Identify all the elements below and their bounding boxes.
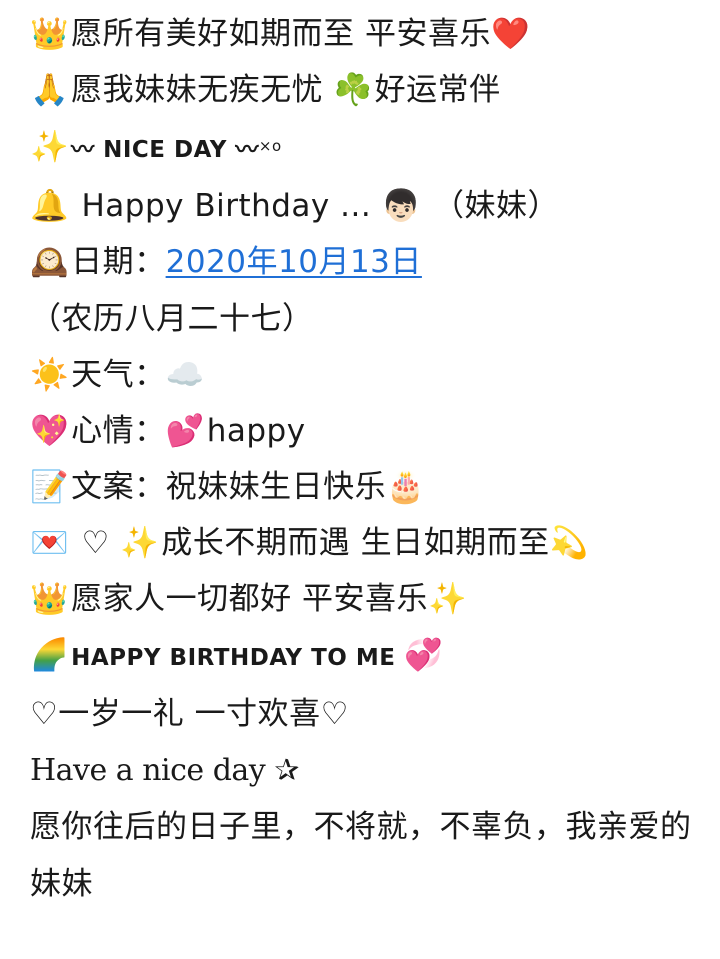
message-text: 👑愿所有美好如期而至 平安喜乐❤️ 🙏愿我妹妹无疾无忧 ☘️好运常伴 ✨〰 NI…: [30, 6, 696, 912]
line-text-2: happy: [206, 413, 306, 449]
rainbow-icon: 🌈: [30, 627, 69, 683]
line-happy-birthday-to-me: 🌈HAPPY BIRTHDAY TO ME 💞: [30, 627, 696, 686]
sparkles-icon: ✨: [30, 129, 70, 165]
line-text-2: 好运常伴: [374, 72, 501, 108]
sparkling-heart-icon: 💖: [30, 413, 70, 449]
sun-icon: ☀️: [30, 357, 70, 393]
wave-decoration-right: 〰: [235, 137, 259, 163]
line-text: 心情：: [71, 413, 166, 449]
line-text: 日期：: [71, 244, 166, 280]
line-one-year-one-gift: ♡一岁一礼 一寸欢喜♡: [30, 686, 696, 742]
sparkles-icon: ✨: [120, 525, 160, 561]
line-text: HAPPY BIRTHDAY TO ME: [71, 645, 404, 671]
line-text: ♡一岁一礼 一寸欢喜♡: [30, 696, 349, 732]
white-heart-symbol: ♡: [71, 525, 121, 561]
line-wish-sister: 🙏愿我妹妹无疾无忧 ☘️好运常伴: [30, 62, 696, 118]
crown-icon: 👑: [30, 16, 70, 52]
line-text: 愿你往后的日子里，不将就，不辜负，我亲爱的妹妹: [30, 809, 692, 902]
line-text: 天气：: [71, 357, 166, 393]
red-heart-icon: ❤️: [490, 16, 531, 52]
line-happy-birthday: 🔔 Happy Birthday ... 👦🏻 （妹妹）: [30, 178, 696, 234]
wave-decoration-left: 〰: [71, 137, 95, 163]
mantelpiece-clock-icon: 🕰️: [30, 244, 70, 280]
lunar-date-text: （农历八月二十七）: [30, 300, 314, 337]
line-growth: 💌 ♡ ✨成长不期而遇 生日如期而至💫: [30, 515, 696, 571]
line-mood: 💖心情：💕happy: [30, 403, 696, 459]
line-date: 🕰️日期：2020年10月13日 （农历八月二十七）: [30, 234, 696, 347]
line-copy: 📝文案：祝妹妹生日快乐🎂: [30, 459, 696, 515]
bell-icon: 🔔: [30, 188, 70, 224]
crown-icon: 👑: [30, 581, 70, 617]
boy-face-icon: 👦🏻: [381, 188, 421, 224]
line-wish-all-good: 👑愿所有美好如期而至 平安喜乐❤️: [30, 6, 696, 62]
folded-hands-icon: 🙏: [30, 72, 70, 108]
line-text: 成长不期而遇 生日如期而至: [161, 525, 550, 561]
cloud-icon: ☁️: [165, 357, 205, 393]
line-text: 愿所有美好如期而至 平安喜乐: [71, 16, 491, 52]
star-symbol: ✰: [274, 753, 299, 788]
dizzy-icon: 💫: [549, 525, 589, 561]
line-text: 愿家人一切都好 平安喜乐: [71, 581, 428, 617]
line-text: NICE DAY: [94, 137, 236, 163]
line-text: 愿我妹妹无疾无忧: [71, 72, 334, 108]
line-text: 文案：祝妹妹生日快乐: [71, 469, 387, 505]
line-nice-day: ✨〰 NICE DAY 〰×o: [30, 118, 696, 178]
birthday-cake-icon: 🎂: [386, 469, 426, 505]
revolving-hearts-icon: 💞: [403, 637, 444, 673]
xo-decoration: ×o: [258, 137, 282, 155]
memo-icon: 📝: [30, 469, 70, 505]
two-hearts-icon: 💕: [165, 413, 205, 449]
line-text: Have a nice day: [30, 753, 275, 788]
shamrock-icon: ☘️: [333, 72, 373, 108]
date-link[interactable]: 2020年10月13日: [166, 244, 422, 280]
line-family: 👑愿家人一切都好 平安喜乐✨: [30, 571, 696, 627]
line-weather: ☀️天气：☁️: [30, 347, 696, 403]
line-have-a-nice-day: Have a nice day ✰: [30, 742, 696, 799]
line-text-2: （妹妹）: [422, 188, 560, 224]
line-closing-wish: 愿你往后的日子里，不将就，不辜负，我亲爱的妹妹: [30, 799, 696, 912]
line-text: Happy Birthday ...: [71, 188, 382, 224]
love-letter-icon: 💌: [30, 525, 70, 561]
sparkles-icon: ✨: [427, 581, 468, 617]
